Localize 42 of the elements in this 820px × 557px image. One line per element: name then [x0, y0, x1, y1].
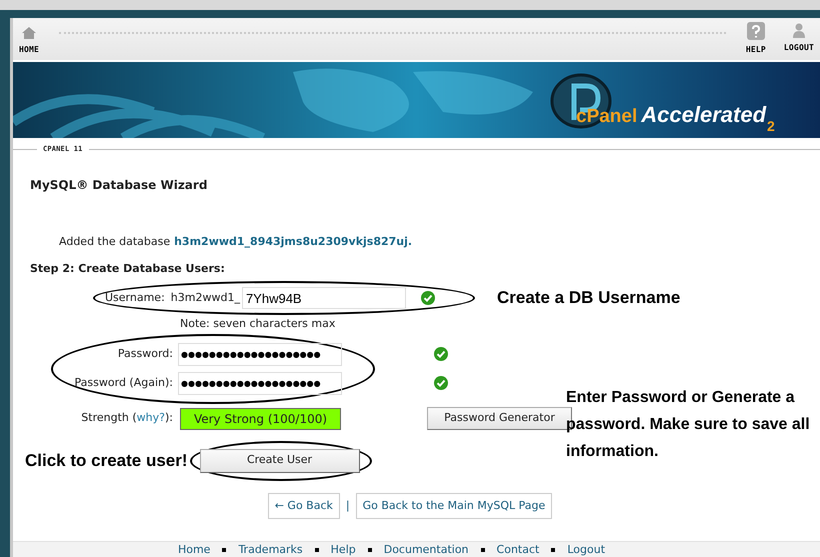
database-name: h3m2wwd1_8943jms8u2309vkjs827uj.	[174, 234, 412, 250]
nav-link[interactable]: HELP	[746, 22, 766, 56]
status-message: Added the database	[59, 234, 170, 250]
nav-link[interactable]: HOME	[19, 26, 40, 56]
password-input[interactable]: ●●●●●●●●●●●●●●●●●●●●	[178, 342, 342, 366]
password-input[interactable]: ●●●●●●●●●●●●●●●●●●●●	[178, 372, 342, 394]
strength-text: Very Strong (100/100)	[192, 410, 328, 428]
bullet-icon	[551, 548, 556, 552]
strength-label: Strength (	[81, 410, 137, 426]
password-label: Password (Again):	[74, 374, 173, 391]
footer-link[interactable]: Home	[178, 544, 210, 555]
footer-link[interactable]: Documentation	[384, 544, 469, 555]
footer-link[interactable]: Contact	[496, 544, 540, 555]
nav-link[interactable]: LOGOUT	[784, 22, 814, 56]
password-label: Password:	[116, 346, 173, 362]
strength-label: ):	[165, 410, 173, 426]
help-icon	[746, 22, 765, 40]
annotation-text: Create a DB Username	[497, 287, 680, 310]
logo-tagline: Accelerated	[641, 101, 766, 129]
username-prefix: h3m2wwd1_	[170, 290, 240, 306]
why-link[interactable]: why?	[136, 410, 165, 427]
username-input[interactable]: 7Yhw94B	[242, 287, 406, 309]
person-icon	[790, 22, 807, 38]
bullet-icon	[314, 548, 319, 552]
username-label: Username:	[105, 290, 165, 306]
username-note: Note: seven characters max	[180, 316, 336, 332]
link-separator: |	[346, 498, 350, 514]
go-back-link[interactable]: ← Go Back	[268, 492, 340, 519]
page-title: MySQL® Database Wizard	[30, 177, 208, 194]
logo-text: cPanel	[576, 104, 638, 128]
footer-link[interactable]: Logout	[567, 544, 606, 555]
footer-link[interactable]: Help	[330, 544, 356, 555]
bullet-icon	[480, 548, 485, 552]
step-heading: Step 2: Create Database Users:	[30, 260, 226, 276]
bullet-icon	[368, 548, 372, 552]
house-icon	[21, 26, 38, 40]
annotation-text: Click to create user!	[25, 450, 188, 472]
footer-link[interactable]: Trademarks	[238, 544, 303, 555]
create-user-button[interactable]: Create User	[200, 448, 360, 472]
main-mysql-page-link[interactable]: Go Back to the Main MySQL Page	[356, 492, 552, 519]
bullet-icon	[222, 548, 226, 552]
logo-version: 2	[767, 117, 775, 136]
